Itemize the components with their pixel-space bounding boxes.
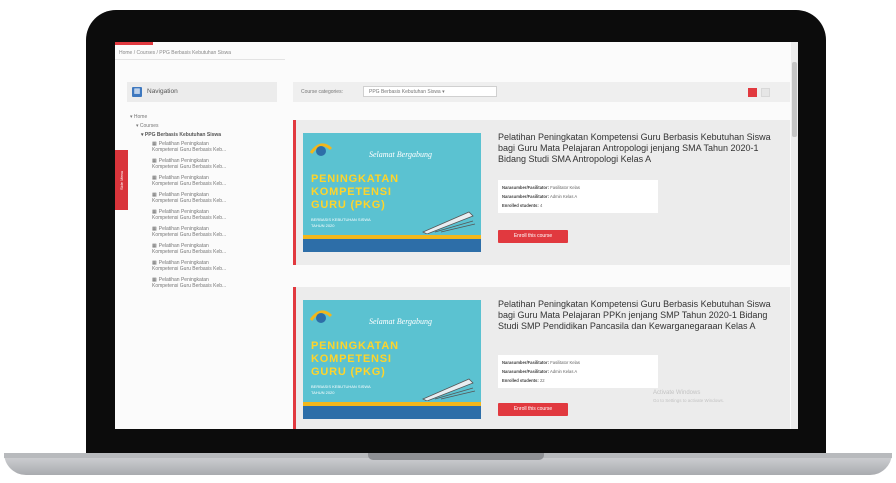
banner-welcome: Selamat Bergabung [369,317,433,326]
category-select[interactable]: PPG Berbasis Kebutuhan Siswa ▾ [363,86,497,97]
scrollbar[interactable] [791,42,798,429]
banner-stripe [303,239,481,252]
card-accent [293,120,296,265]
laptop-notch [368,453,544,460]
grid-view-icon[interactable] [748,88,757,97]
enroll-button[interactable]: Enroll this course [498,230,568,243]
topbar-accent [115,42,153,45]
course-card: Selamat Bergabung PENINGKATAN KOMPETENSI G… [293,287,790,429]
nav-course-item[interactable]: ▦ Pelatihan Peningkatan Kompetensi Guru Be… [152,141,278,153]
course-card: Selamat Bergabung PENINGKATAN KOMPETENSI G… [293,120,790,265]
banner-headline: PENINGKATAN KOMPETENSI GURU (PKG) [311,340,399,378]
navigation-block: ▦ Navigation ▾ Home ▾ Courses ▾ PPG Berb… [127,82,277,429]
nav-course-item[interactable]: ▦ Pelatihan Peningkatan Kompetensi Guru Be… [152,243,278,255]
course-info: Narasumber/Fasilitator: Fasilitator Kela… [498,355,658,388]
banner-welcome: Selamat Bergabung [369,150,433,159]
navigation-tree: ▾ Home ▾ Courses ▾ PPG Berbasis Kebutuha… [130,114,278,294]
nav-category[interactable]: ▾ PPG Berbasis Kebutuhan Siswa [141,132,278,138]
pencil-icon [422,378,476,401]
banner-headline: PENINGKATAN KOMPETENSI GURU (PKG) [311,173,399,211]
navigation-header[interactable]: ▦ Navigation [127,82,277,102]
category-label: Course categories: [301,89,343,95]
nav-course-item[interactable]: ▦ Pelatihan Peningkatan Kompetensi Guru Be… [152,277,278,289]
list-view-icon[interactable] [761,88,770,97]
activate-windows-watermark: Activate Windows Go to Settings to activ… [653,390,725,403]
nav-course-item[interactable]: ▦ Pelatihan Peningkatan Kompetensi Guru Be… [152,175,278,187]
enroll-button[interactable]: Enroll this course [498,403,568,416]
banner-subtext: TAHUN 2020 [311,390,335,395]
nav-course-item[interactable]: ▦ Pelatihan Peningkatan Kompetensi Guru Be… [152,209,278,221]
course-banner-image[interactable]: Selamat Bergabung PENINGKATAN KOMPETENSI G… [303,300,481,419]
banner-stripe [303,406,481,419]
screen: Home / Courses / PPG Berbasis Kebutuhan … [115,42,798,429]
banner-subtext: TAHUN 2020 [311,223,335,228]
nav-course-item[interactable]: ▦ Pelatihan Peningkatan Kompetensi Guru Be… [152,260,278,272]
course-info: Narasumber/Fasilitator: Fasilitator Kela… [498,180,658,213]
ministry-logo-icon [309,310,333,323]
course-category-bar: Course categories: PPG Berbasis Kebutuha… [293,82,790,102]
banner-subtext: BERBASIS KEBUTUHAN SISWA [311,217,371,222]
course-title[interactable]: Pelatihan Peningkatan Kompetensi Guru Be… [498,299,783,332]
nav-course-item[interactable]: ▦ Pelatihan Peningkatan Kompetensi Guru Be… [152,226,278,238]
course-banner-image[interactable]: Selamat Bergabung PENINGKATAN KOMPETENSI G… [303,133,481,252]
navigation-title: Navigation [147,88,178,95]
nav-courses[interactable]: ▾ Courses [136,123,278,129]
nav-course-item[interactable]: ▦ Pelatihan Peningkatan Kompetensi Guru Be… [152,158,278,170]
breadcrumb-divider [115,59,285,60]
pencil-icon [422,211,476,234]
navigation-icon: ▦ [132,87,142,97]
banner-subtext: BERBASIS KEBUTUHAN SISWA [311,384,371,389]
breadcrumb[interactable]: Home / Courses / PPG Berbasis Kebutuhan … [119,50,231,56]
ministry-logo-icon [309,143,333,156]
card-accent [293,287,296,429]
scrollbar-thumb[interactable] [792,62,797,137]
nav-course-item[interactable]: ▦ Pelatihan Peningkatan Kompetensi Guru Be… [152,192,278,204]
nav-home[interactable]: ▾ Home [130,114,278,120]
course-title[interactable]: Pelatihan Peningkatan Kompetensi Guru Be… [498,132,783,165]
